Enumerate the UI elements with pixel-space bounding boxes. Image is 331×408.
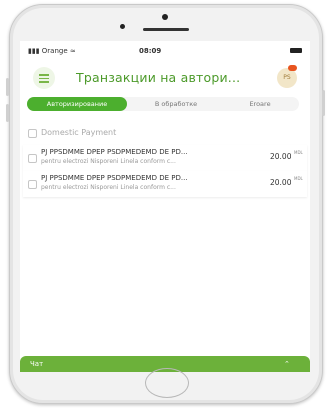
volume-up-button <box>6 78 9 96</box>
front-camera <box>162 14 168 20</box>
page-title: Транзакции на автори... <box>76 70 241 85</box>
home-button <box>145 368 189 398</box>
transaction-amount: 20.00 <box>270 178 292 187</box>
battery-icon <box>290 48 302 53</box>
transaction-row[interactable]: PJ PPSDMME DPEP PSDPMEDEMD DE PD... pent… <box>23 145 307 171</box>
transaction-description: pentru electrozi Nisporeni Linela confor… <box>41 158 176 165</box>
transaction-title: PJ PPSDMME DPEP PSDPMEDEMD DE PD... <box>41 148 188 156</box>
transaction-amount: 20.00 <box>270 152 292 161</box>
status-tabs: Авторизирование В обработке Eroare <box>27 97 299 111</box>
avatar[interactable]: PS <box>277 65 297 88</box>
transaction-currency: MDL <box>294 176 303 181</box>
transaction-row[interactable]: PJ PPSDMME DPEP PSDPMEDEMD DE PD... pent… <box>23 171 307 197</box>
section-domestic-payment[interactable]: Domestic Payment <box>27 126 299 140</box>
carrier-label: ▮▮▮ Orange ≈ <box>28 47 76 55</box>
volume-down-button <box>6 104 9 122</box>
row-checkbox[interactable] <box>28 154 37 163</box>
tab-authorization[interactable]: Авторизирование <box>27 97 127 111</box>
section-label: Domestic Payment <box>41 128 117 137</box>
section-checkbox[interactable] <box>28 129 37 138</box>
chat-label: Чат <box>30 360 44 368</box>
tab-processing[interactable]: В обработке <box>139 97 213 111</box>
hamburger-menu-icon[interactable] <box>33 67 55 89</box>
proximity-sensor <box>120 24 125 29</box>
app-header: Транзакции на автори... PS <box>20 61 310 97</box>
tab-error[interactable]: Eroare <box>223 97 297 111</box>
row-checkbox[interactable] <box>28 180 37 189</box>
transaction-currency: MDL <box>294 150 303 155</box>
power-button <box>322 90 325 116</box>
notification-badge <box>288 65 297 71</box>
clock: 08:09 <box>139 47 162 55</box>
chevron-up-icon[interactable]: ⌃ <box>284 356 290 372</box>
transaction-title: PJ PPSDMME DPEP PSDPMEDEMD DE PD... <box>41 174 188 182</box>
transaction-description: pentru electrozi Nisporeni Linela confor… <box>41 184 176 191</box>
app-screen: ▮▮▮ Orange ≈ 08:09 Транзакции на автори.… <box>20 41 310 372</box>
avatar-initials: PS <box>283 74 291 81</box>
earpiece-speaker <box>143 28 189 31</box>
status-bar: ▮▮▮ Orange ≈ 08:09 <box>20 41 310 61</box>
